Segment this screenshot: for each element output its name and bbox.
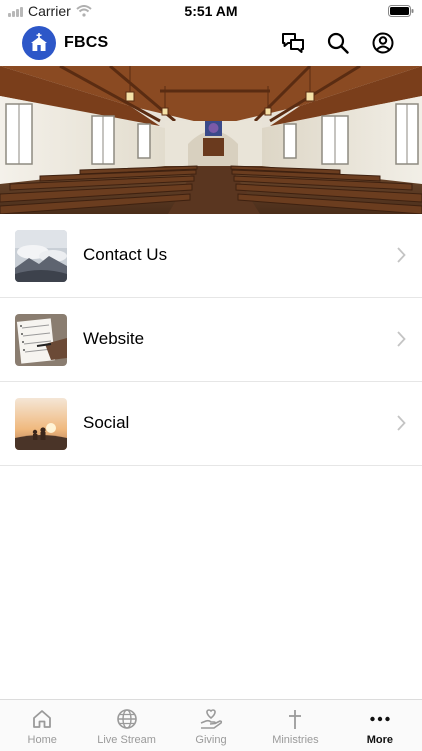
chevron-right-icon bbox=[397, 247, 406, 263]
clouds-thumbnail bbox=[15, 230, 67, 282]
more-menu-list: Contact Us Website Social bbox=[0, 214, 422, 466]
bottom-tab-bar: Home Live Stream Giving Ministries More bbox=[0, 699, 422, 751]
tab-giving[interactable]: Giving bbox=[169, 700, 253, 751]
contact-us-label: Contact Us bbox=[83, 245, 168, 264]
account-icon[interactable] bbox=[370, 30, 396, 56]
church-interior-banner bbox=[0, 66, 422, 214]
app-header: FBCS bbox=[0, 24, 422, 64]
status-bar: Carrier 5:51 AM bbox=[0, 0, 422, 22]
tab-more[interactable]: More bbox=[338, 700, 422, 751]
battery-icon bbox=[388, 5, 414, 17]
status-time: 5:51 AM bbox=[184, 3, 238, 19]
church-logo-icon[interactable] bbox=[22, 26, 56, 60]
tab-home[interactable]: Home bbox=[0, 700, 84, 751]
tab-more-label: More bbox=[366, 734, 393, 746]
list-item-social[interactable]: Social bbox=[0, 382, 422, 466]
chat-icon[interactable] bbox=[280, 30, 306, 56]
tab-giving-label: Giving bbox=[195, 734, 227, 746]
social-label: Social bbox=[83, 413, 130, 432]
tab-ministries[interactable]: Ministries bbox=[253, 700, 337, 751]
search-icon[interactable] bbox=[325, 30, 351, 56]
cross-icon bbox=[289, 710, 302, 729]
chevron-right-icon bbox=[397, 415, 406, 431]
giving-hand-icon bbox=[200, 709, 223, 729]
more-dots-icon bbox=[370, 716, 390, 722]
tab-ministries-label: Ministries bbox=[272, 734, 319, 746]
home-icon bbox=[33, 710, 52, 728]
notebook-thumbnail bbox=[15, 314, 67, 366]
list-item-contact-us[interactable]: Contact Us bbox=[0, 214, 422, 298]
tab-live-stream-label: Live Stream bbox=[97, 734, 156, 746]
tab-home-label: Home bbox=[27, 734, 57, 746]
website-label: Website bbox=[83, 329, 145, 348]
sunset-people-thumbnail bbox=[15, 398, 67, 450]
brand-title: FBCS bbox=[64, 34, 109, 51]
globe-icon bbox=[116, 709, 137, 729]
tab-live-stream[interactable]: Live Stream bbox=[84, 700, 168, 751]
list-item-website[interactable]: Website bbox=[0, 298, 422, 382]
chevron-right-icon bbox=[397, 331, 406, 347]
